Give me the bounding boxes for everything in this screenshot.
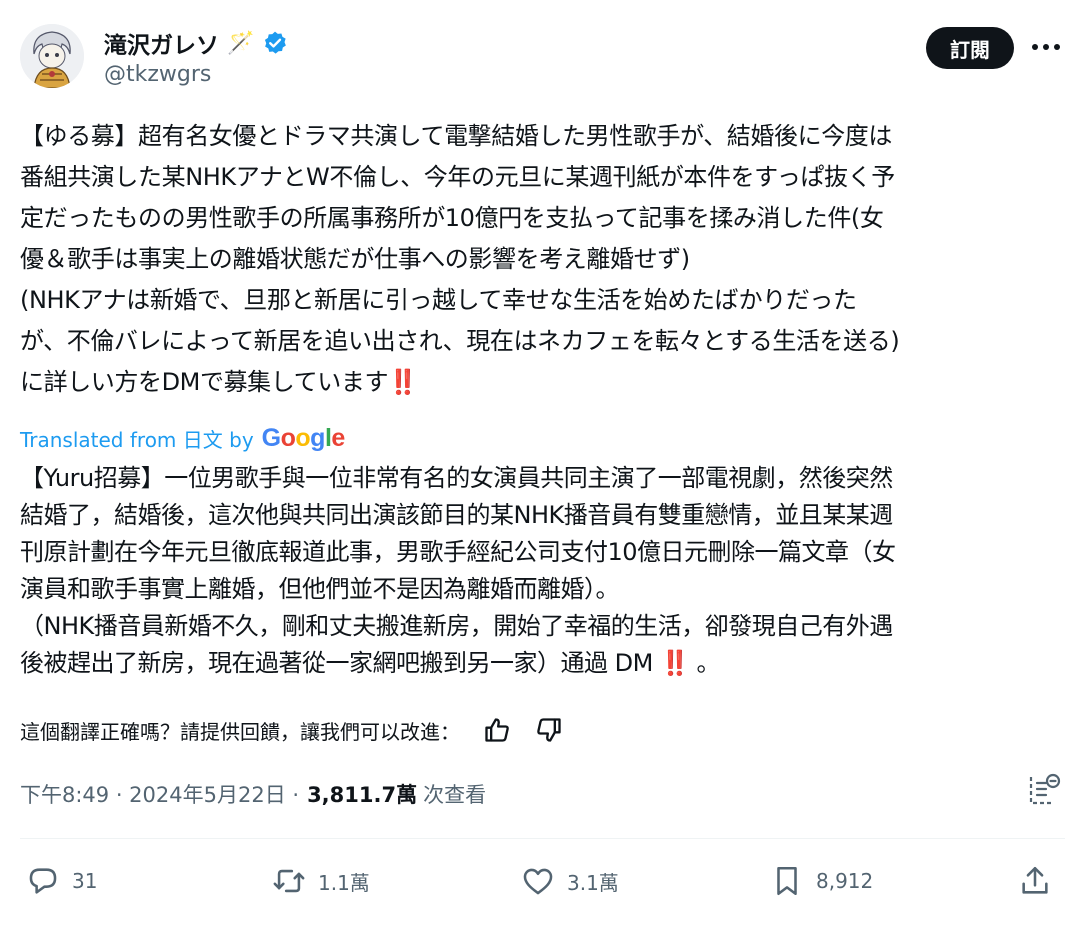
- double-exclamation-emoji: ‼️: [388, 368, 418, 396]
- repost-count: 1.1萬: [318, 870, 370, 895]
- translated-line: （NHK播音員新婚不久，剛和丈夫搬進新房，開始了幸福的生活，卻發現自己有外遇: [20, 612, 893, 640]
- tweet-line: 定だったものの男性歌手の所属事務所が10億円を支払って記事を揉み消した件(女: [20, 204, 884, 232]
- divider: [20, 838, 1065, 839]
- heart-icon: [523, 868, 553, 895]
- tweet-line: 優＆歌手は事実上の離婚状態だが仕事への影響を考え離婚せず): [20, 245, 690, 273]
- tweet-timestamp[interactable]: 下午8:49 · 2024年5月22日 ·: [20, 779, 299, 809]
- thumbs-down-icon[interactable]: [534, 715, 564, 745]
- more-options-icon[interactable]: [1026, 30, 1066, 64]
- magic-wand-emoji: 🪄: [227, 30, 255, 56]
- tweet-text: 【ゆる募】超有名女優とドラマ共演して電撃結婚した男性歌手が、結婚後に今度は 番組…: [20, 116, 1065, 403]
- tweet-line: 【ゆる募】超有名女優とドラマ共演して電撃結婚した男性歌手が、結婚後に今度は: [20, 122, 892, 150]
- translated-line: 後被趕出了新房，現在過著從一家網吧搬到另一家）通過 DM: [20, 649, 653, 677]
- google-logo: Google: [261, 423, 346, 452]
- thumbs-up-icon[interactable]: [482, 715, 512, 745]
- verified-badge-icon[interactable]: [262, 30, 288, 56]
- author-name-row[interactable]: 滝沢ガレソ 🪄: [104, 24, 288, 62]
- reply-button[interactable]: 31: [26, 862, 97, 900]
- author-handle[interactable]: @tkzwgrs: [104, 62, 211, 87]
- double-exclamation-emoji: ‼️: [659, 649, 690, 677]
- repost-button[interactable]: 1.1萬: [272, 862, 370, 900]
- share-button[interactable]: [1018, 862, 1052, 900]
- share-icon: [1022, 866, 1048, 894]
- translated-suffix: 。: [696, 649, 721, 677]
- bookmark-count: 8,912: [816, 869, 874, 893]
- translated-text: 【Yuru招募】一位男歌手與一位非常有名的女演員共同主演了一部電視劇，然後突然 …: [20, 460, 1065, 682]
- author-name[interactable]: 滝沢ガレソ: [104, 26, 219, 60]
- like-count: 3.1萬: [567, 870, 619, 895]
- translated-line-last: 後被趕出了新房，現在過著從一家網吧搬到另一家）通過 DM ‼️ 。: [20, 645, 1065, 682]
- tweet-line: が、不倫バレによって新居を追い出され、現在はネカフェを転々とする生活を送る): [20, 327, 900, 355]
- translated-by[interactable]: Translated from 日文 by Google: [20, 422, 345, 454]
- translated-line: 【Yuru招募】一位男歌手與一位非常有名的女演員共同主演了一部電視劇，然後突然: [20, 464, 893, 492]
- tweet-line: 番組共演した某NHKアナとW不倫し、今年の元旦に某週刊紙が本件をすっぱ抜く予: [20, 163, 895, 191]
- tweet-line: に詳しい方をDMで募集しています: [20, 368, 389, 396]
- repost-icon: [273, 869, 305, 893]
- translated-label[interactable]: Translated from 日文 by: [20, 424, 254, 453]
- tweet-line: (NHKアナは新婚で、旦那と新居に引っ越して幸せな生活を始めたばかりだった: [20, 286, 857, 314]
- reply-icon: [29, 868, 57, 894]
- follow-button[interactable]: 訂閱: [926, 27, 1014, 69]
- tweet-line-last: に詳しい方をDMで募集しています‼️: [20, 362, 1065, 403]
- tweet-meta: 下午8:49 · 2024年5月22日 · 3,811.7萬 次查看: [20, 774, 486, 814]
- like-button[interactable]: 3.1萬: [521, 862, 619, 900]
- translated-line: 刊原計劃在今年元旦徹底報道此事，男歌手經紀公司支付10億日元刪除一篇文章（女: [20, 538, 896, 566]
- views-count: 3,811.7萬: [307, 783, 418, 807]
- bookmark-button[interactable]: 8,912: [770, 862, 873, 900]
- views-label: 次查看: [423, 783, 487, 807]
- feedback-prompt: 這個翻譯正確嗎？請提供回饋，讓我們可以改進：: [20, 719, 460, 744]
- avatar[interactable]: [20, 24, 84, 88]
- reply-count: 31: [72, 869, 98, 893]
- bookmark-icon: [777, 866, 797, 896]
- translation-feedback: 這個翻譯正確嗎？請提供回饋，讓我們可以改進：: [20, 710, 564, 750]
- translated-line: 演員和歌手事實上離婚，但他們並不是因為離婚而離婚）。: [20, 575, 620, 603]
- analytics-icon[interactable]: [1028, 772, 1062, 806]
- translated-line: 結婚了，結婚後，這次他與共同出演該節目的某NHK播音員有雙重戀情，並且某某週: [20, 501, 893, 529]
